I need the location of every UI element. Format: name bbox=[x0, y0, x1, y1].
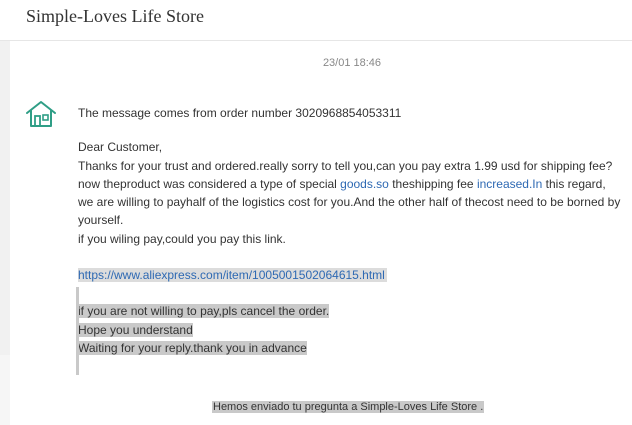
selection-marker bbox=[76, 287, 79, 375]
hope-text: Hope you understand bbox=[78, 322, 193, 337]
hope-line: Hope you understand bbox=[78, 321, 623, 339]
order-reference: The message comes from order number 3020… bbox=[78, 106, 402, 120]
product-link[interactable]: https://www.aliexpress.com/item/10050015… bbox=[78, 268, 387, 283]
cancel-line: if you are not willing to pay,pls cancel… bbox=[78, 302, 623, 320]
message-text: theshipping fee bbox=[388, 176, 477, 191]
store-name[interactable]: Simple-Loves Life Store bbox=[26, 6, 204, 27]
message-paragraph: Thanks for your trust and ordered.really… bbox=[78, 157, 623, 230]
waiting-line: Waiting for your reply.thank you in adva… bbox=[78, 339, 623, 357]
auto-link-increased[interactable]: increased.In bbox=[477, 177, 542, 191]
auto-link-goods[interactable]: goods.so bbox=[340, 177, 389, 191]
pay-request: if you wiling pay,could you pay this lin… bbox=[78, 231, 286, 246]
waiting-text: Waiting for your reply.thank you in adva… bbox=[78, 340, 307, 355]
greeting: Dear Customer, bbox=[78, 140, 163, 155]
message-body: The message comes from order number 3020… bbox=[78, 104, 623, 357]
chat-header: Simple-Loves Life Store bbox=[0, 0, 632, 41]
cancel-text: if you are not willing to pay,pls cancel… bbox=[78, 304, 330, 319]
sent-notice: Hemos enviado tu pregunta a Simple-Loves… bbox=[212, 401, 485, 413]
chat-window: Simple-Loves Life Store 23/01 18:46 The … bbox=[0, 0, 632, 425]
house-icon bbox=[25, 100, 57, 128]
product-link-line: https://www.aliexpress.com/item/10050015… bbox=[78, 266, 623, 284]
left-sidebar-edge-lower bbox=[0, 355, 10, 425]
left-sidebar-edge bbox=[0, 40, 10, 355]
message-timestamp: 23/01 18:46 bbox=[322, 57, 382, 69]
